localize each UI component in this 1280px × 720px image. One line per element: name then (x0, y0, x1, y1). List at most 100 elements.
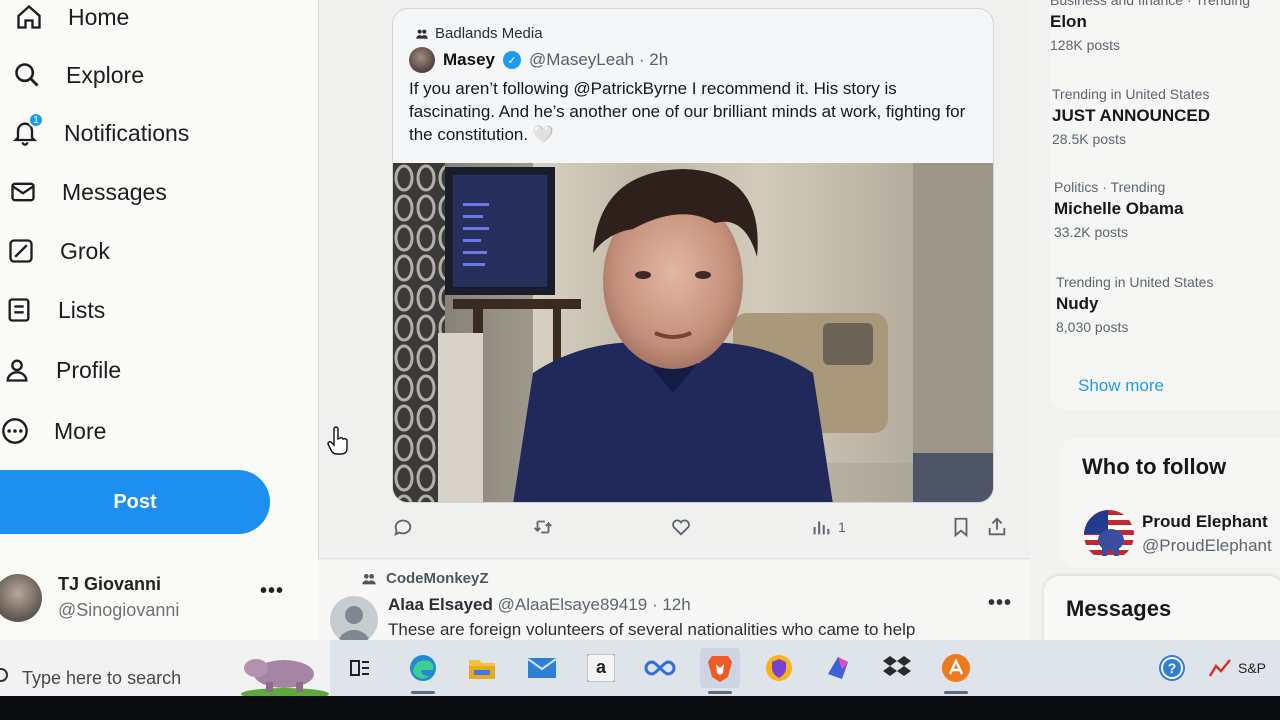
flag-elephant-icon (1084, 510, 1134, 560)
quoted-post-text: If you aren’t following @PatrickByrne I … (409, 77, 984, 146)
vpn-taskbar-button[interactable] (759, 648, 799, 688)
trend-meta: Trending in United States (1052, 86, 1210, 102)
windows-taskbar: Type here to search a ? S&P (0, 640, 1280, 696)
author-name: Alaa Elsayed (388, 595, 493, 614)
quoted-post-author[interactable]: Masey ✓ @MaseyLeah · 2h (409, 47, 668, 73)
trend-item[interactable]: Trending in United States Nudy 8,030 pos… (1056, 274, 1280, 335)
dropbox-taskbar-button[interactable] (877, 648, 917, 688)
who-to-follow-title: Who to follow (1082, 454, 1227, 479)
post-body: These are foreign volunteers of several … (388, 620, 916, 639)
pdf-app-icon (942, 654, 970, 682)
trend-item[interactable]: Politics · Trending Michelle Obama 33.2K… (1054, 179, 1280, 240)
help-tray-button[interactable]: ? (1152, 648, 1192, 688)
community-label[interactable]: CodeMonkeyZ (360, 570, 489, 587)
home-icon (14, 2, 44, 32)
nav-grok-label: Grok (60, 237, 110, 264)
account-switcher[interactable]: TJ Giovanni @Sinogiovanni ••• (0, 572, 300, 632)
mail-taskbar-button[interactable] (522, 648, 562, 688)
analytics-icon (813, 521, 830, 535)
copilot-icon (828, 657, 848, 679)
post-video[interactable] (393, 163, 993, 502)
search-icon (0, 668, 8, 682)
reply-icon (394, 519, 412, 537)
messages-drawer[interactable]: Messages (1044, 576, 1280, 640)
avatar[interactable] (330, 596, 378, 640)
timeline-post[interactable]: CodeMonkeyZ Alaa Elsayed @AlaaElsaye8941… (318, 560, 1030, 640)
nav-notifications[interactable]: 1 Notifications (10, 112, 190, 148)
nav-messages-label: Messages (62, 178, 167, 205)
monitor-bezel (0, 696, 1280, 720)
nav-grok[interactable]: Grok (6, 236, 110, 266)
taskbar-search[interactable]: Type here to search (0, 640, 330, 696)
pdf-app-taskbar-button[interactable] (936, 648, 976, 694)
screen: Home Explore 1 Notifications Messages Gr… (0, 0, 1280, 640)
avatar[interactable] (1084, 510, 1134, 560)
hippo-illustration-icon (241, 659, 329, 696)
show-more-link[interactable]: Show more (1078, 376, 1164, 396)
community-name: Badlands Media (435, 25, 543, 42)
author-handle: @MaseyLeah · 2h (528, 50, 669, 69)
reply-button[interactable] (392, 516, 414, 538)
trend-meta: Trending in United States (1056, 274, 1214, 290)
community-label[interactable]: Badlands Media (415, 25, 543, 42)
trend-count: 28.5K posts (1052, 131, 1126, 147)
list-icon (4, 295, 34, 325)
nav-more-label: More (54, 417, 107, 444)
amazon-taskbar-button[interactable]: a (581, 648, 621, 688)
edge-taskbar-button[interactable] (403, 648, 443, 694)
bookmark-button[interactable] (950, 516, 972, 538)
author-handle: @AlaaElsaye89419 · 12h (497, 595, 691, 614)
verified-badge-icon: ✓ (502, 51, 521, 69)
nav-notifications-label: Notifications (64, 119, 190, 146)
post-more-button[interactable]: ••• (988, 592, 1012, 615)
brave-lion-icon (708, 656, 732, 682)
nav-lists[interactable]: Lists (4, 295, 105, 325)
task-view-icon (350, 660, 369, 676)
community-icon (416, 29, 428, 39)
copilot-taskbar-button[interactable] (818, 648, 858, 688)
post-button[interactable]: Post (0, 470, 270, 534)
nav-home[interactable]: Home (14, 2, 129, 32)
account-more-button[interactable]: ••• (260, 580, 284, 603)
mail-icon (527, 658, 557, 678)
nav-more[interactable]: More (0, 416, 106, 446)
nav-explore-label: Explore (66, 61, 144, 88)
suggested-account-name[interactable]: Proud Elephant (1142, 512, 1268, 532)
divider (318, 0, 319, 640)
who-to-follow-panel: Who to follow Proud Elephant @ProudEleph… (1060, 438, 1280, 568)
stocks-tray-widget[interactable]: S&P (1208, 648, 1280, 688)
trend-item[interactable]: Business and finance · Trending Elon 128… (1050, 0, 1280, 53)
account-handle: @Sinogiovanni (58, 600, 180, 620)
like-button[interactable] (670, 516, 692, 538)
share-button[interactable] (986, 516, 1008, 538)
trend-item[interactable]: Trending in United States JUST ANNOUNCED… (1052, 86, 1280, 147)
community-icon (362, 573, 376, 584)
trend-meta: Business and finance · Trending (1050, 0, 1251, 8)
file-explorer-button[interactable] (462, 648, 502, 688)
quoted-post[interactable]: Badlands Media Masey ✓ @MaseyLeah · 2h I… (392, 8, 994, 503)
share-icon (988, 517, 1006, 536)
repost-button[interactable] (532, 516, 554, 538)
nav-explore[interactable]: Explore (12, 60, 144, 90)
nav-profile-label: Profile (56, 356, 122, 383)
infinity-icon (644, 660, 676, 676)
post-author[interactable]: Alaa Elsayed @AlaaElsaye89419 · 12h (388, 595, 691, 615)
trend-count: 128K posts (1050, 37, 1121, 53)
avatar (0, 574, 42, 622)
account-name: TJ Giovanni (58, 574, 162, 594)
folder-icon (469, 660, 495, 679)
active-indicator (708, 691, 732, 694)
nav-messages[interactable]: Messages (8, 177, 167, 207)
envelope-icon (8, 177, 38, 207)
stocks-label: S&P (1238, 660, 1267, 676)
trends-panel: Business and finance · Trending Elon 128… (1050, 0, 1280, 410)
svg-text:?: ? (1168, 660, 1177, 676)
post-action-bar: 1 (394, 516, 1018, 546)
brave-taskbar-button[interactable] (700, 648, 740, 694)
loop-taskbar-button[interactable] (640, 648, 680, 688)
nav-profile[interactable]: Profile (2, 355, 121, 385)
views-button[interactable]: 1 (810, 516, 846, 538)
taskbar-search-placeholder: Type here to search (22, 668, 182, 688)
task-view-button[interactable] (340, 648, 380, 688)
bell-icon: 1 (10, 112, 44, 148)
